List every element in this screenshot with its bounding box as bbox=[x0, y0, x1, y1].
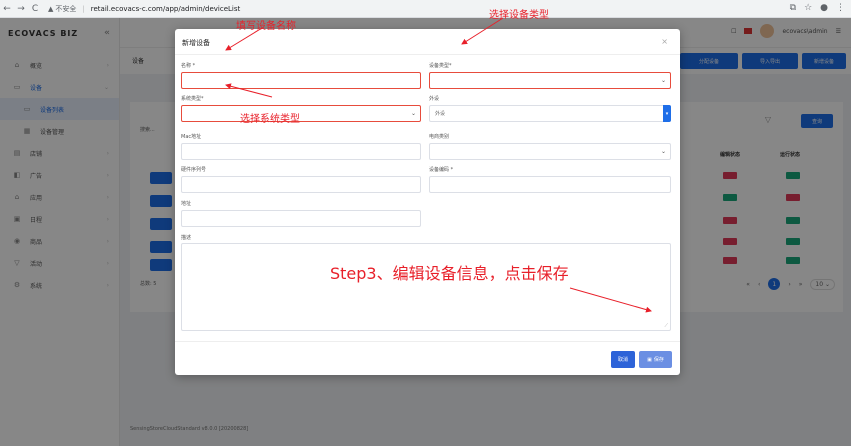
annotation-choose-system-type: 选择系统类型 bbox=[240, 114, 300, 125]
chevron-down-icon: ⌄ bbox=[410, 110, 416, 117]
description-label: 描述 bbox=[181, 235, 192, 241]
device-type-select[interactable]: ⌄ bbox=[429, 72, 671, 89]
annotation-choose-device-type: 选择设备类型 bbox=[489, 10, 549, 21]
save-button[interactable]: ▣ 保存 bbox=[639, 351, 672, 368]
description-textarea[interactable]: ⟋ bbox=[181, 243, 671, 331]
peripheral-value: 外设 bbox=[435, 111, 446, 117]
mac-input[interactable] bbox=[181, 143, 421, 160]
chevron-down-icon: ⌄ bbox=[660, 77, 666, 84]
annotation-fill-name: 填写设备名称 bbox=[236, 21, 296, 32]
profile-icon[interactable]: ● bbox=[820, 3, 828, 13]
device-code-input[interactable] bbox=[429, 176, 671, 193]
resize-handle-icon[interactable]: ⟋ bbox=[664, 323, 668, 329]
url-separator: | bbox=[82, 4, 85, 13]
peripheral-picker-icon[interactable]: ▾ bbox=[663, 105, 671, 122]
system-type-label: 系统类型* bbox=[181, 96, 204, 102]
divider bbox=[175, 54, 680, 55]
system-type-select[interactable]: ⌄ bbox=[181, 105, 421, 122]
device-code-label: 设备编码 * bbox=[429, 167, 454, 173]
mac-label: Mac地址 bbox=[181, 134, 202, 140]
save-icon: ▣ bbox=[647, 356, 652, 363]
add-device-modal: 新增设备 × 名称 * 设备类型* ⌄ 系统类型* ⌄ 外设 外设 ▾ Mac地址… bbox=[175, 29, 680, 375]
forward-icon[interactable]: → bbox=[14, 4, 28, 14]
category-select[interactable]: ⌄ bbox=[429, 143, 671, 160]
serial-input[interactable] bbox=[181, 176, 421, 193]
cancel-button[interactable]: 取消 bbox=[611, 351, 635, 368]
close-icon[interactable]: × bbox=[661, 37, 668, 46]
cancel-label: 取消 bbox=[617, 357, 628, 363]
star-icon[interactable]: ☆ bbox=[804, 3, 812, 13]
annotation-step3: Step3、编辑设备信息，点击保存 bbox=[330, 264, 569, 283]
translate-icon[interactable]: ⧉ bbox=[790, 3, 796, 13]
back-icon[interactable]: ← bbox=[0, 4, 14, 14]
name-input[interactable] bbox=[181, 72, 421, 89]
divider bbox=[175, 341, 680, 342]
browser-actions: ⧉ ☆ ● ⋮ bbox=[790, 3, 845, 13]
chevron-down-icon: ⌄ bbox=[660, 148, 666, 155]
address-bar[interactable]: ▲ 不安全 | retail.ecovacs-c.com/app/admin/d… bbox=[48, 4, 240, 14]
address-label: 地址 bbox=[181, 201, 192, 207]
url-text: retail.ecovacs-c.com/app/admin/deviceLis… bbox=[90, 4, 241, 13]
device-type-label: 设备类型* bbox=[429, 63, 452, 69]
reload-icon[interactable]: C bbox=[28, 4, 42, 14]
serial-label: 硬件序列号 bbox=[181, 167, 207, 173]
insecure-label: 不安全 bbox=[55, 4, 77, 13]
address-input[interactable] bbox=[181, 210, 421, 227]
peripheral-select[interactable]: 外设 ▾ bbox=[429, 105, 671, 122]
save-label: 保存 bbox=[653, 357, 664, 363]
warning-icon: ▲ bbox=[48, 4, 54, 13]
modal-title: 新增设备 bbox=[182, 39, 210, 47]
browser-toolbar: ← → C ▲ 不安全 | retail.ecovacs-c.com/app/a… bbox=[0, 0, 851, 18]
peripheral-label: 外设 bbox=[429, 96, 440, 102]
category-label: 电商类别 bbox=[429, 134, 450, 140]
name-label: 名称 * bbox=[181, 63, 196, 69]
menu-icon[interactable]: ⋮ bbox=[836, 3, 845, 13]
